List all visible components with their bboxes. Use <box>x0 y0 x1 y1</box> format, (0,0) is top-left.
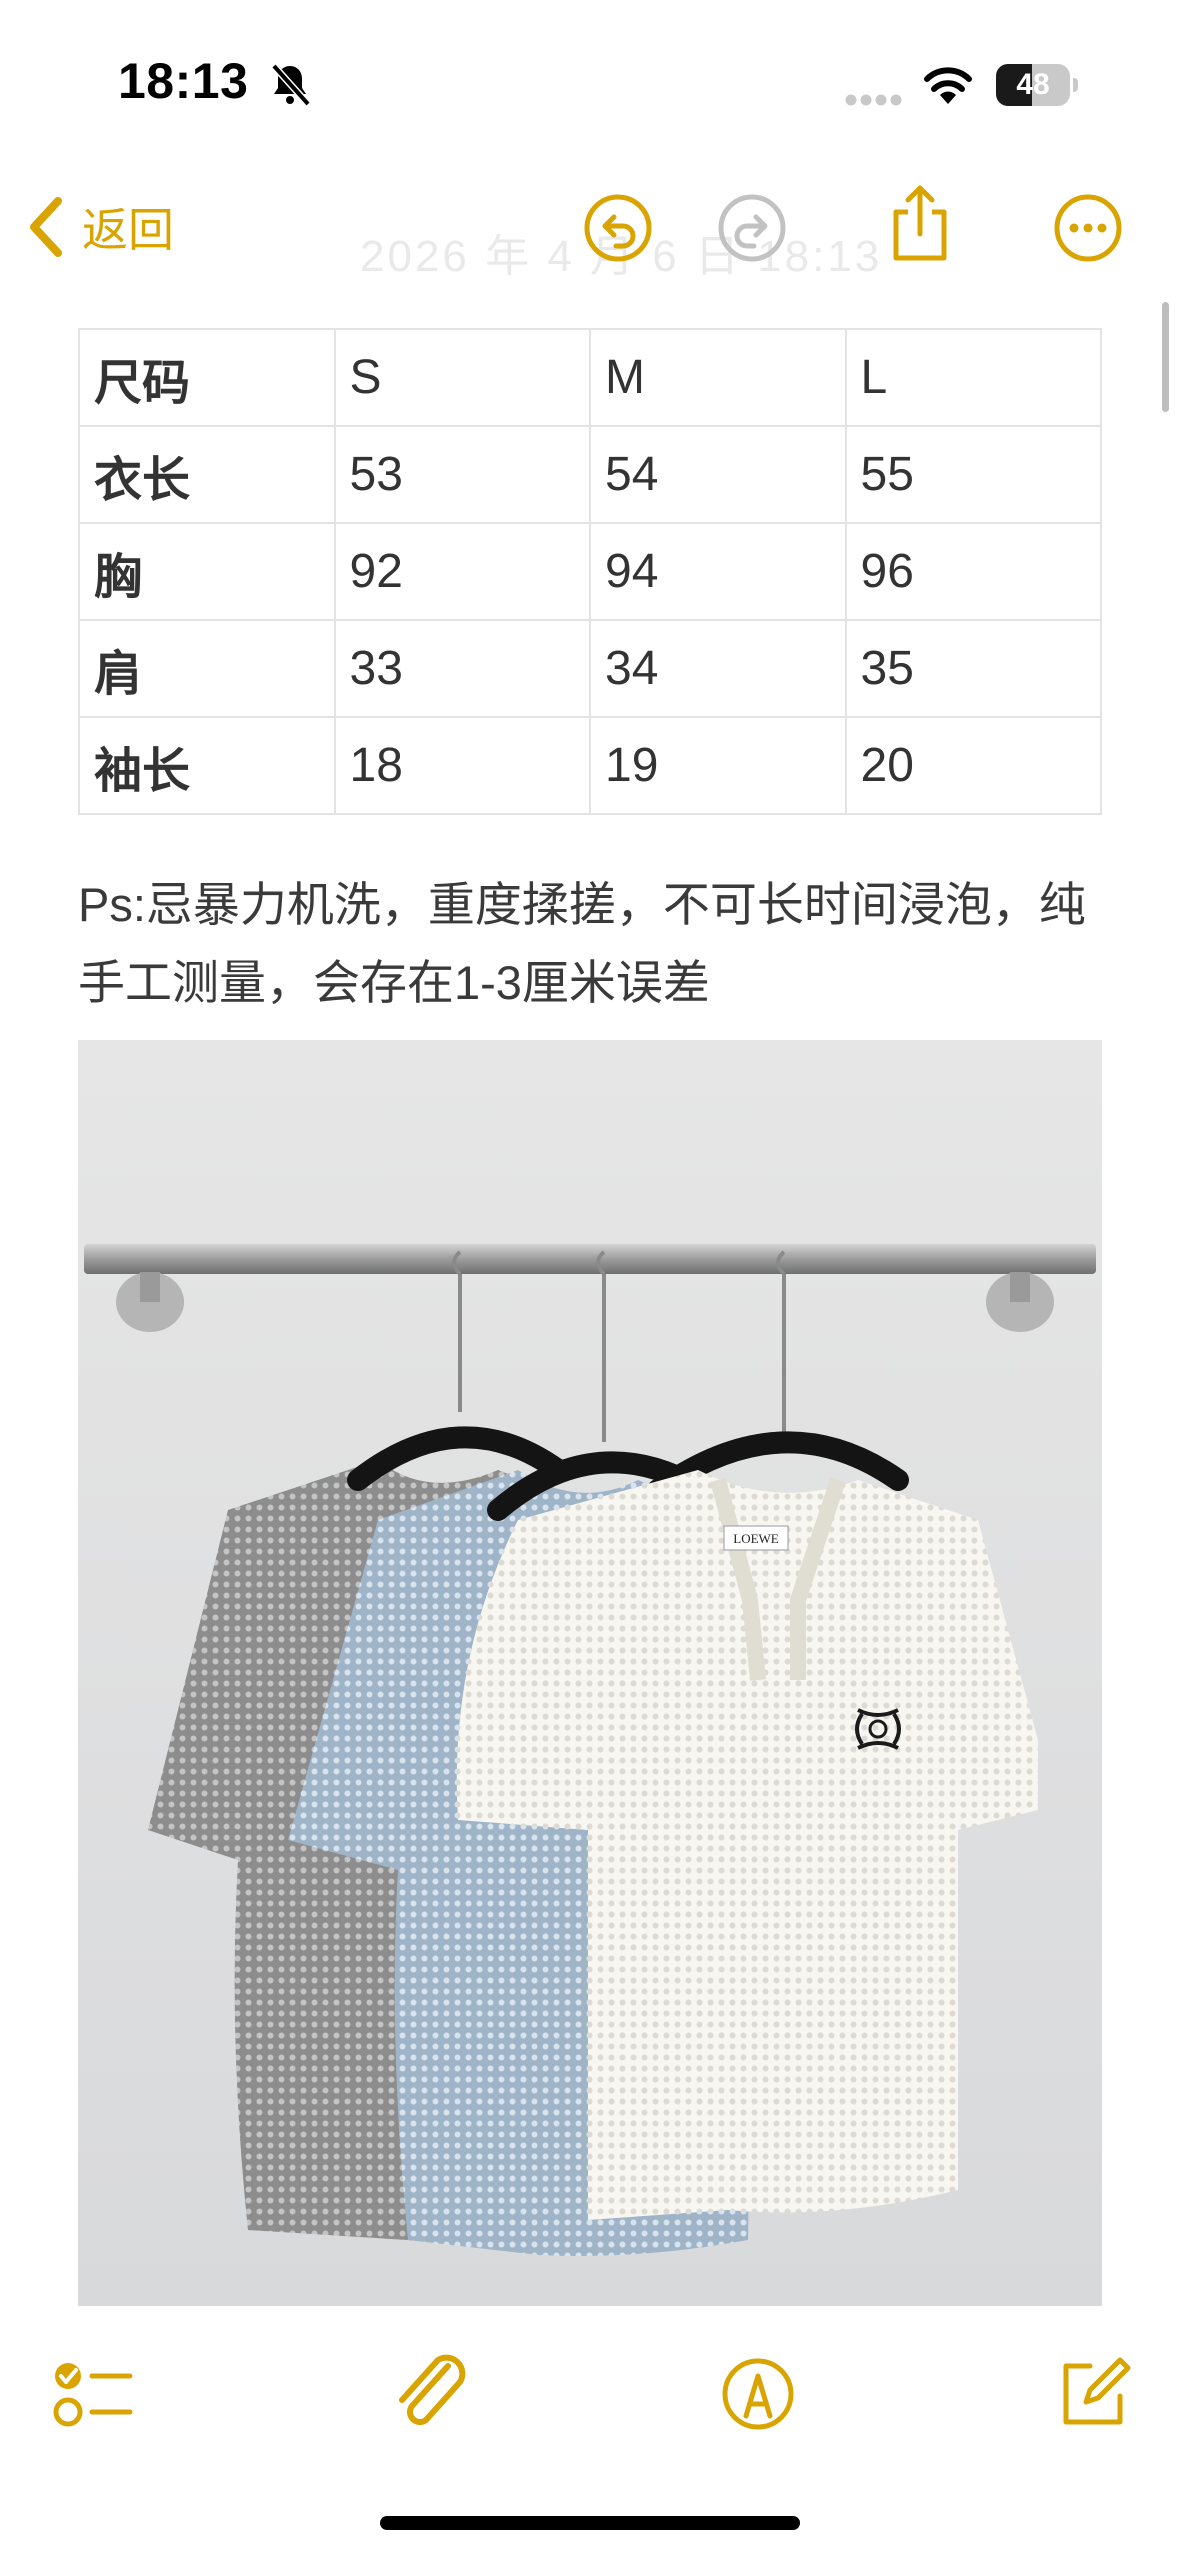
share-icon[interactable] <box>884 182 956 264</box>
back-button[interactable]: 返回 <box>24 192 174 262</box>
garment-label-text: LOEWE <box>733 1531 779 1546</box>
note-text[interactable]: Ps:忌暴力机洗，重度揉搓，不可长时间浸泡，纯手工测量，会存在1-3厘米误差 <box>78 866 1108 1022</box>
row-header-cell: 袖长 <box>78 716 336 815</box>
home-indicator[interactable] <box>380 2516 800 2530</box>
product-photo-drawing: LOEWE <box>78 1040 1102 2306</box>
row-header-cell: 衣长 <box>78 425 336 524</box>
size-table: 尺码 S M L 衣长 53 54 55 胸 92 94 96 肩 33 34 35 袖长 18 19 20 <box>78 328 1102 815</box>
table-cell: 54 <box>589 425 847 524</box>
checklist-icon[interactable] <box>50 2352 134 2436</box>
undo-icon[interactable] <box>582 192 654 264</box>
row-header-cell: 肩 <box>78 619 336 718</box>
battery-icon: 48 <box>996 64 1078 106</box>
table-row: 胸 92 94 96 <box>78 522 1102 621</box>
table-cell: 35 <box>844 619 1102 718</box>
wifi-icon <box>924 67 972 104</box>
row-header-cell: 胸 <box>78 522 336 621</box>
table-cell: S <box>333 328 591 427</box>
table-row: 肩 33 34 35 <box>78 619 1102 718</box>
row-header-cell: 尺码 <box>78 328 336 427</box>
scrollbar[interactable] <box>1162 302 1169 412</box>
cellular-signal-icon <box>845 94 902 106</box>
table-cell: 34 <box>589 619 847 718</box>
table-cell: 18 <box>333 716 591 815</box>
table-cell: 55 <box>844 425 1102 524</box>
status-time: 18:13 <box>118 53 249 109</box>
more-icon[interactable] <box>1052 192 1124 264</box>
table-cell: 19 <box>589 716 847 815</box>
table-cell: 94 <box>589 522 847 621</box>
table-cell: L <box>844 328 1102 427</box>
chevron-left-icon <box>30 197 62 257</box>
compose-icon[interactable] <box>1050 2352 1134 2436</box>
paperclip-icon[interactable] <box>388 2352 472 2436</box>
table-cell: 53 <box>333 425 591 524</box>
product-photo[interactable]: LOEWE <box>78 1040 1102 2306</box>
table-row: 袖长 18 19 20 <box>78 716 1102 815</box>
table-row: 尺码 S M L <box>78 328 1102 427</box>
redo-icon[interactable] <box>716 192 788 264</box>
battery-level: 48 <box>1016 68 1050 101</box>
table-cell: 20 <box>844 716 1102 815</box>
markup-pen-icon[interactable] <box>716 2352 800 2436</box>
table-row: 衣长 53 54 55 <box>78 425 1102 524</box>
table-cell: 92 <box>333 522 591 621</box>
table-cell: 96 <box>844 522 1102 621</box>
back-label: 返回 <box>82 204 174 256</box>
table-cell: M <box>589 328 847 427</box>
table-cell: 33 <box>333 619 591 718</box>
bell-slash-icon <box>271 63 311 107</box>
